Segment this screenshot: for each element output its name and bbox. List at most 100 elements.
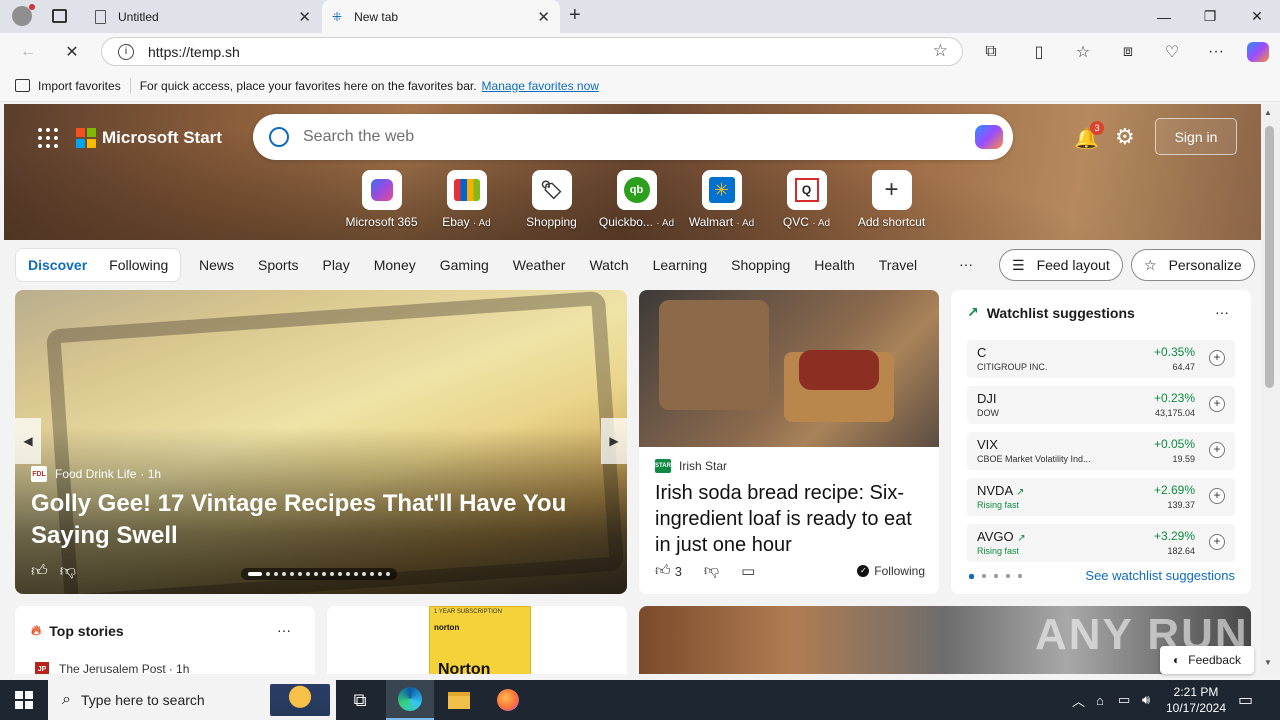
story-card-bread[interactable]: STAR Irish Star Irish soda bread recipe:… [639,290,939,594]
tab-new-tab[interactable]: ⁜ New tab ✕ [322,0,560,33]
stock-row[interactable]: C CITIGROUP INC. +0.35% 64.47 + [967,340,1235,378]
featured-story-card[interactable]: ◀ ▶ FDL Food Drink Life · 1h Golly Gee! … [15,290,627,594]
manage-favorites-link[interactable]: Manage favorites now [482,79,599,93]
stock-row[interactable]: DJI DOW +0.23% 43,175.04 + [967,386,1235,424]
tab-gaming[interactable]: Gaming [440,257,489,273]
tab-learning[interactable]: Learning [653,257,708,273]
close-tab-icon[interactable]: ✕ [298,8,311,26]
tab-untitled[interactable]: Untitled ✕ [85,0,321,33]
copilot-icon[interactable] [1244,39,1272,65]
close-window-button[interactable]: ✕ [1234,0,1280,33]
split-screen-icon[interactable]: ▯ [1025,39,1053,65]
watchlist-pager[interactable] [969,574,1030,579]
web-search-box[interactable]: Search the web [253,114,1013,160]
shortcut-qvc[interactable]: Q QVC · Ad [764,170,849,229]
feed-layout-button[interactable]: ☰ Feed layout [999,249,1123,281]
scroll-thumb[interactable] [1265,126,1274,388]
shortcut-quickbooks[interactable]: qb Quickbo... · Ad [594,170,679,229]
taskbar-search[interactable]: ⌕ Type here to search [48,680,336,720]
add-to-watchlist-icon[interactable]: + [1209,350,1225,366]
watchlist-more-button[interactable]: ··· [1215,304,1229,320]
favorites-icon[interactable]: ☆ [1069,39,1097,65]
taskbar-search-placeholder[interactable]: Type here to search [81,692,205,708]
story-title[interactable]: Golly Gee! 17 Vintage Recipes That'll Ha… [31,488,571,552]
minimize-button[interactable]: — [1141,0,1187,33]
add-to-watchlist-icon[interactable]: + [1209,534,1225,550]
add-to-watchlist-icon[interactable]: + [1209,396,1225,412]
restore-button[interactable]: ❐ [1187,0,1233,33]
top-stories-more-button[interactable]: ··· [277,622,291,638]
loading-stop-icon[interactable]: ✕ [58,39,86,65]
volume-icon[interactable]: 🔊︎ [1142,680,1150,720]
scroll-down-icon[interactable]: ▼ [1264,658,1272,667]
scroll-up-icon[interactable]: ▲ [1264,108,1272,117]
new-tab-plus-icon[interactable]: + [569,4,581,27]
tab-following[interactable]: Following [109,257,168,273]
story-title[interactable]: Irish soda bread recipe: Six-ingredient … [655,480,925,558]
tab-money[interactable]: Money [374,257,416,273]
import-favorites-button[interactable]: Import favorites [38,79,121,93]
firefox-icon[interactable] [484,680,532,720]
tab-health[interactable]: Health [814,257,854,273]
gear-icon[interactable]: ⚙ [1115,124,1135,150]
see-watchlist-link[interactable]: See watchlist suggestions [1085,568,1235,583]
stock-row[interactable]: NVDA ↗ Rising fast +2.69% 139.37 + [967,478,1235,516]
tab-discover[interactable]: Discover [28,257,87,273]
tab-watch[interactable]: Watch [589,257,628,273]
network-icon[interactable]: ▭ [1118,680,1130,720]
back-icon[interactable]: ← [14,39,42,65]
microsoft-start-logo[interactable]: Microsoft Start [76,128,222,148]
copilot-search-icon[interactable] [975,125,1003,149]
notification-center-icon[interactable]: ▭ [1238,680,1253,720]
tab-play[interactable]: Play [322,257,349,273]
shortcut-shopping[interactable]: 🏷 Shopping [509,170,594,229]
thumbs-down-icon[interactable]: 👎︎ [60,562,76,581]
tab-news[interactable]: News [199,257,234,273]
start-button[interactable] [0,680,48,720]
info-icon[interactable]: i [118,43,134,60]
ad-card-norton[interactable]: 1 YEAR SUBSCRIPTION norton Norton [327,606,627,674]
tab-travel[interactable]: Travel [879,257,917,273]
edge-taskbar-icon[interactable] [386,680,434,720]
tab-actions-icon[interactable] [52,9,67,23]
thumbs-down-icon[interactable]: 👎︎ [704,562,719,580]
extensions-icon[interactable]: ⧉ [977,39,1005,65]
app-launcher-icon[interactable] [38,128,58,148]
url-text[interactable]: https://temp.sh [148,44,240,60]
file-explorer-icon[interactable] [435,680,483,720]
tab-shopping[interactable]: Shopping [731,257,790,273]
following-label[interactable]: Following [874,564,925,578]
stock-row[interactable]: AVGO ↗ Rising fast +3.29% 182.64 + [967,524,1235,562]
shortcut-walmart[interactable]: ✳ Walmart · Ad [679,170,764,229]
settings-more-icon[interactable]: ··· [1202,39,1230,65]
collections-icon[interactable]: ⧈ [1114,39,1142,65]
carousel-next-icon[interactable]: ▶ [601,418,627,464]
add-to-watchlist-icon[interactable]: + [1209,488,1225,504]
tab-sports[interactable]: Sports [258,257,298,273]
shortcut-microsoft-365[interactable]: Microsoft 365 [339,170,424,229]
comment-icon[interactable]: ▭ [741,562,755,580]
thumbs-up-icon[interactable]: 👍︎ [31,562,48,581]
sign-in-button[interactable]: Sign in [1155,118,1237,155]
thumbs-up-icon[interactable]: 👍︎ [655,562,671,580]
import-favorites-icon[interactable] [15,79,30,92]
close-tab-icon[interactable]: ✕ [537,8,550,26]
more-categories-button[interactable]: ··· [959,256,973,272]
tray-app-icon[interactable]: ⌂ [1096,680,1104,720]
add-to-watchlist-icon[interactable]: + [1209,442,1225,458]
shortcut-ebay[interactable]: Ebay · Ad [424,170,509,229]
tray-chevron-icon[interactable]: ︿ [1072,680,1085,720]
personalize-button[interactable]: ☆ Personalize [1131,249,1255,281]
carousel-prev-icon[interactable]: ◀ [15,418,41,464]
tab-weather[interactable]: Weather [513,257,566,273]
feedback-button[interactable]: ◐ Feedback [1160,646,1254,674]
search-placeholder[interactable]: Search the web [303,128,414,146]
address-bar[interactable]: i https://temp.sh ☆ [101,37,963,66]
system-clock[interactable]: 2:21 PM 10/17/2024 [1162,684,1230,716]
task-view-icon[interactable]: ⧉ [336,680,384,720]
favorite-star-icon[interactable]: ☆ [933,41,948,61]
browser-essentials-icon[interactable]: ♡ [1158,39,1186,65]
shortcut-add[interactable]: + Add shortcut [849,170,934,229]
page-scrollbar[interactable]: ▲ ▼ [1261,104,1280,674]
stock-row[interactable]: VIX CBOE Market Volatility Ind... +0.05%… [967,432,1235,470]
